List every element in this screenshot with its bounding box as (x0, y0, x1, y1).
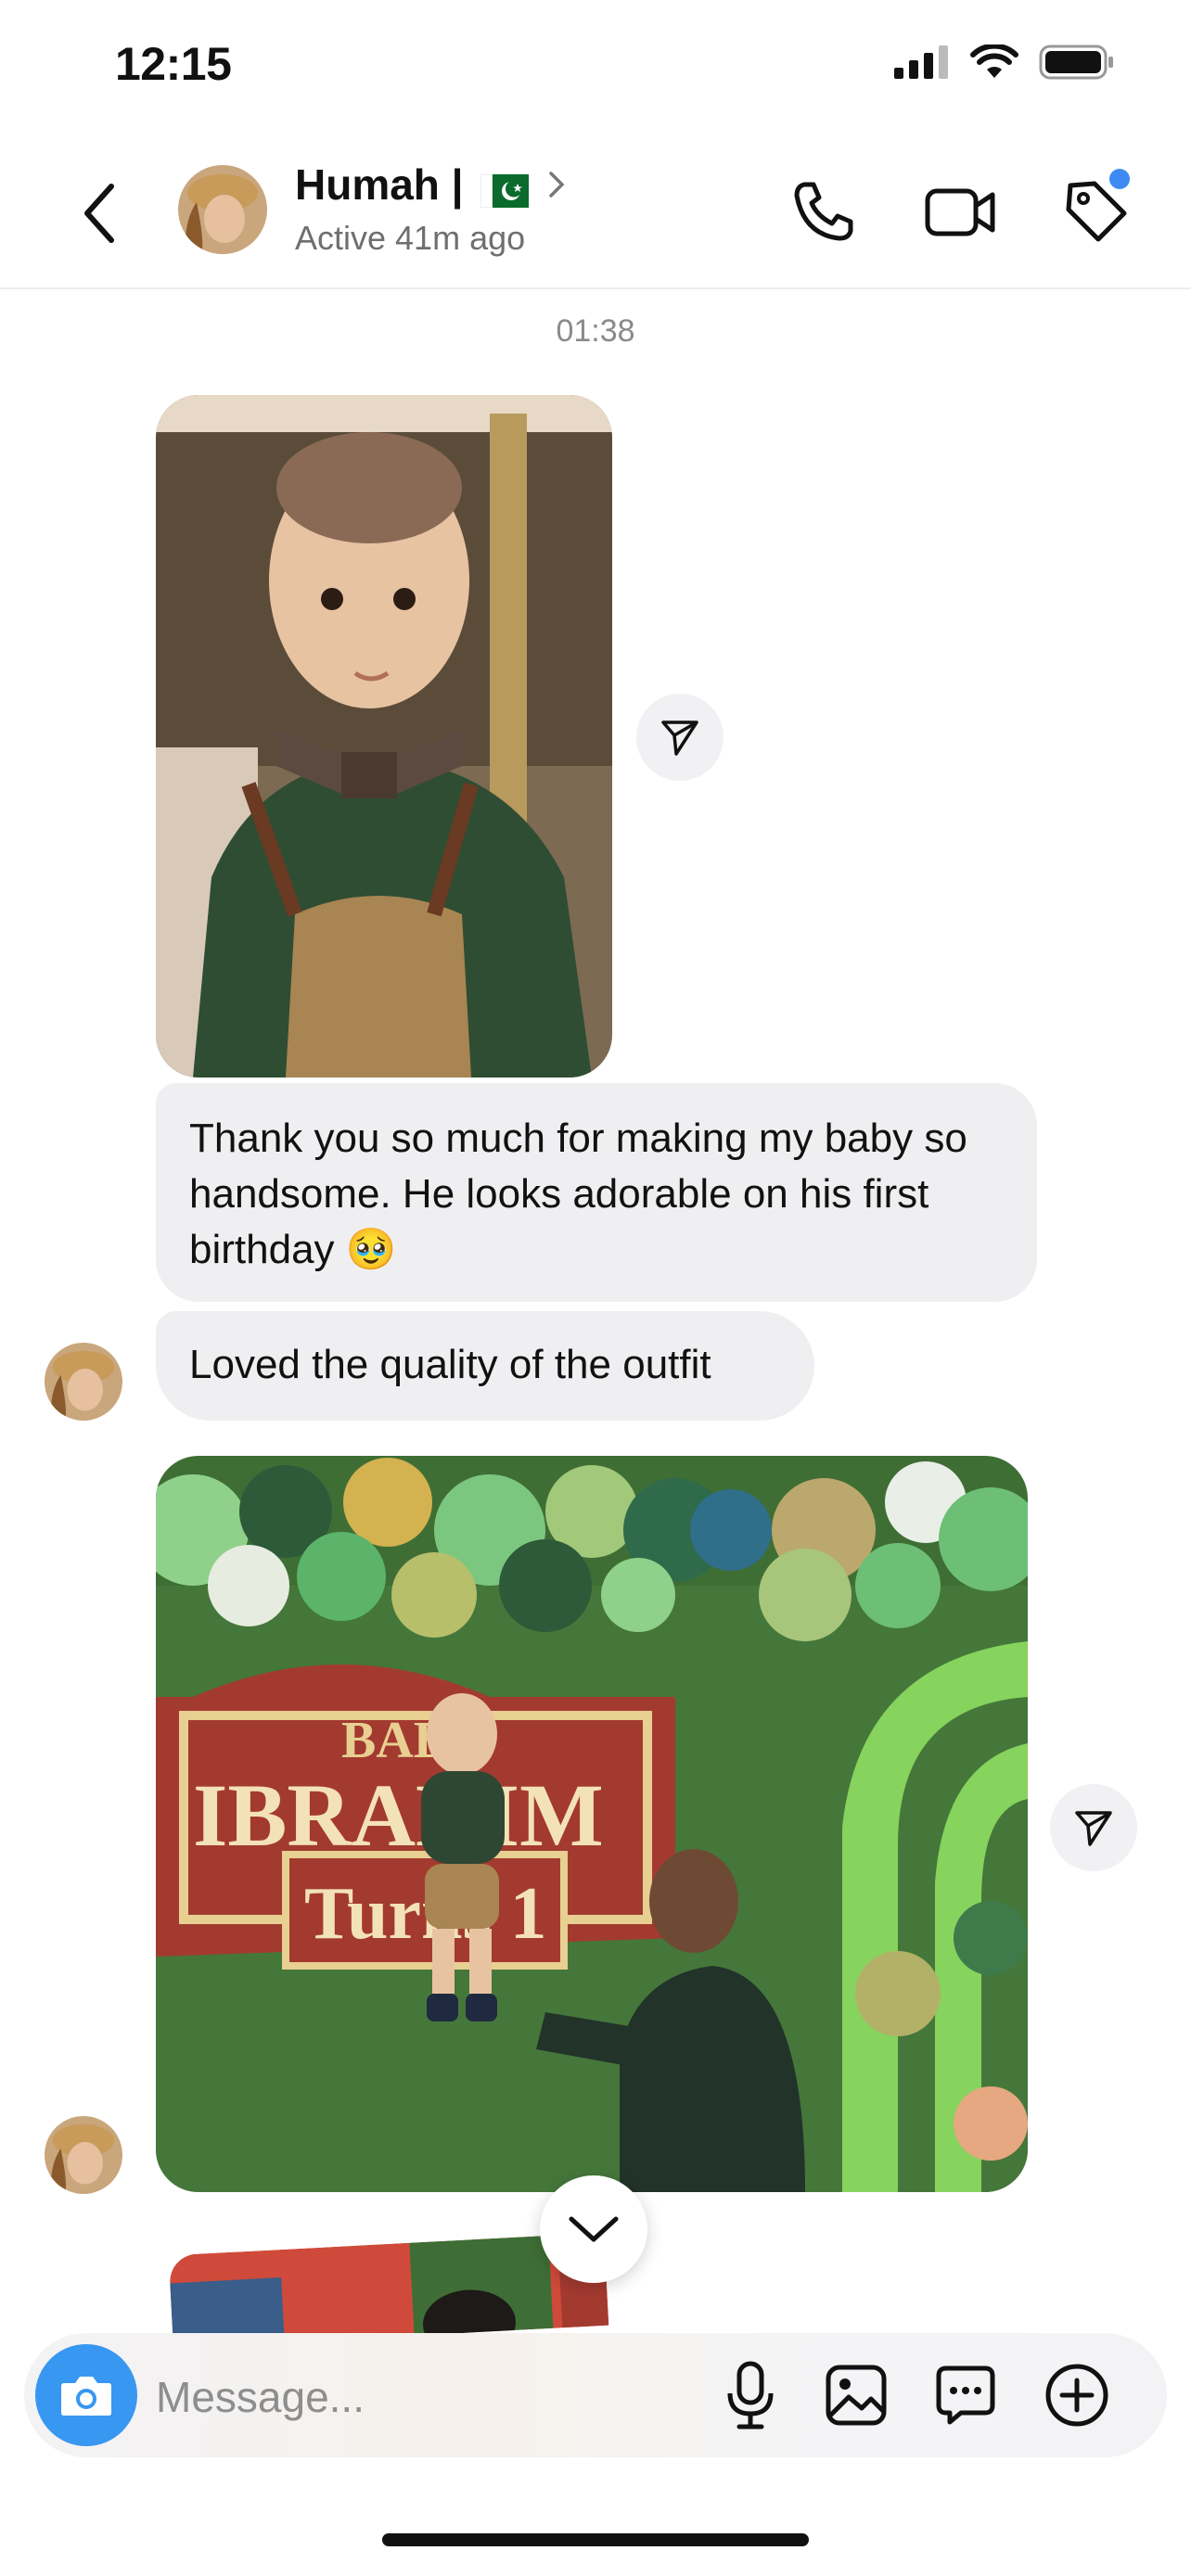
voice-message-button[interactable] (709, 2353, 792, 2437)
send-icon (661, 721, 698, 756)
notification-dot (1109, 169, 1130, 189)
voice-call-button[interactable] (787, 174, 861, 249)
message-text: Loved the quality of the outfit (189, 1342, 711, 1387)
wifi-icon (970, 45, 1018, 78)
flag-icon (480, 168, 529, 209)
birthday-party-image: BAB IBRAHIM Turns 1 (156, 1456, 1028, 2192)
message-text: Thank you so much for making my baby so … (189, 1116, 967, 1272)
video-camera-icon (925, 188, 995, 236)
avatar-image (178, 165, 267, 254)
message-image-birthday-party[interactable]: BAB IBRAHIM Turns 1 (156, 1456, 1028, 2192)
avatar-image (45, 2116, 122, 2194)
sticker-button[interactable] (924, 2353, 1007, 2437)
status-icons (894, 45, 1115, 80)
back-button[interactable] (72, 176, 128, 250)
chevron-down-icon (569, 2216, 619, 2242)
avatar-image (45, 1343, 122, 1421)
more-options-button[interactable] (1035, 2353, 1119, 2437)
signal-icon (894, 45, 948, 79)
sender-avatar[interactable] (45, 1343, 122, 1421)
sticker-chat-icon (936, 2366, 995, 2425)
contact-status: Active 41m ago (295, 219, 526, 257)
send-icon (1075, 1811, 1112, 1846)
baby-portrait-image (156, 395, 612, 1078)
home-indicator (382, 2533, 809, 2546)
partial-photo-image (168, 2232, 609, 2349)
camera-button[interactable] (35, 2344, 137, 2446)
contact-name: Humah | (295, 160, 464, 209)
scroll-to-bottom-button[interactable] (540, 2175, 647, 2283)
camera-icon (61, 2377, 111, 2416)
status-time: 12:15 (115, 38, 232, 90)
back-chevron-icon (84, 184, 114, 243)
share-image-button-2[interactable] (1050, 1784, 1137, 1871)
microphone-icon (727, 2361, 774, 2429)
gallery-button[interactable] (814, 2353, 898, 2437)
battery-icon (1039, 45, 1113, 80)
sign-text-2: IBRAHIM (193, 1766, 604, 1865)
contact-avatar[interactable] (178, 165, 267, 254)
chevron-right-icon (548, 172, 565, 198)
message-bubble[interactable]: Loved the quality of the outfit (156, 1311, 814, 1421)
message-timestamp: 01:38 (556, 313, 635, 349)
phone-icon (794, 182, 853, 241)
sender-avatar[interactable] (45, 2116, 122, 2194)
share-image-button-1[interactable] (636, 694, 724, 781)
chat-header: Humah | Active 41m ago (0, 139, 1191, 289)
message-bubble[interactable]: Thank you so much for making my baby so … (156, 1083, 1037, 1302)
plus-icon (1045, 2364, 1108, 2427)
message-image-baby-portrait[interactable] (156, 395, 612, 1078)
contact-name-row[interactable]: Humah | (295, 159, 568, 210)
message-image-partial[interactable] (168, 2232, 609, 2349)
message-input[interactable] (154, 2359, 640, 2435)
video-call-button[interactable] (924, 174, 998, 249)
gallery-icon (826, 2365, 887, 2426)
tag-button[interactable] (1059, 169, 1133, 249)
message-composer (24, 2333, 1167, 2457)
